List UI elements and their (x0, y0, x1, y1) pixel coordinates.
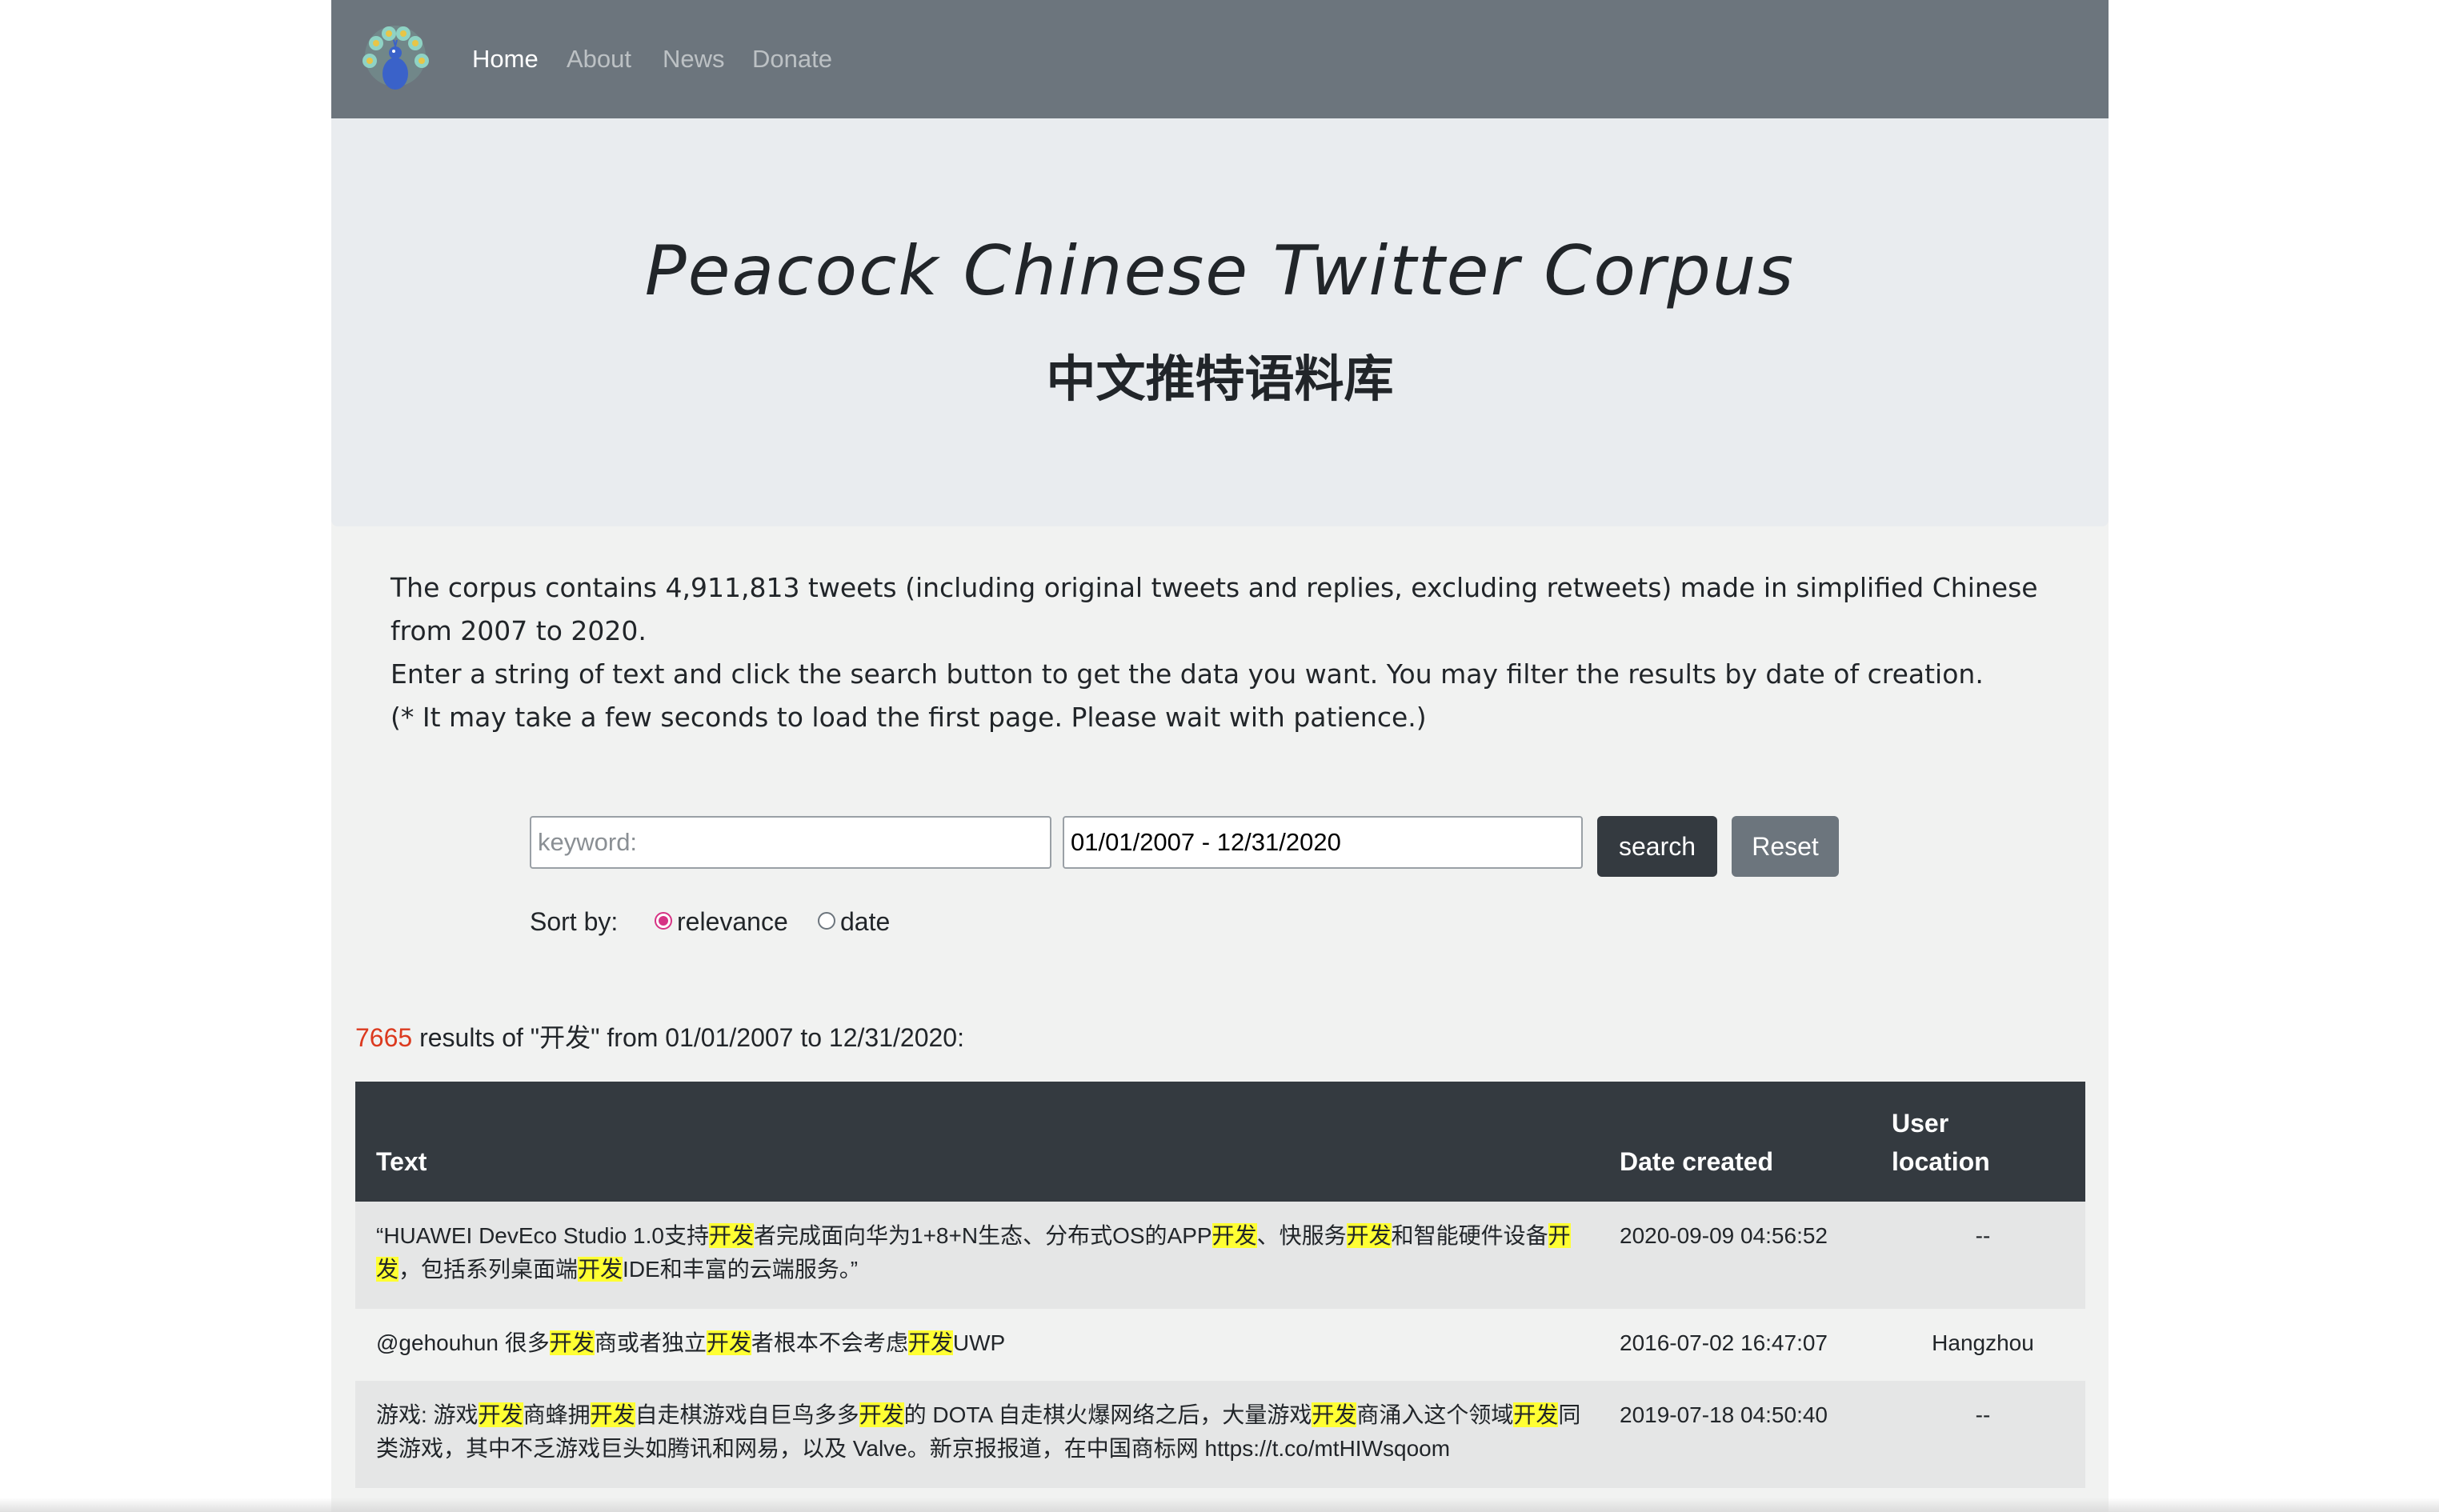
navbar: Home About News Donate (331, 0, 2109, 118)
sort-label: Sort by: (530, 907, 619, 936)
header-jumbotron: Peacock Chinese Twitter Corpus 中文推特语料库 (331, 118, 2109, 526)
date-created-cell: 2016-07-02 16:47:07 (1620, 1330, 1828, 1355)
keyword-highlight: 开发 (1513, 1402, 1559, 1427)
bottom-shadow (0, 1498, 2439, 1512)
intro-instructions: Enter a string of text and click the sea… (390, 658, 1984, 690)
results-summary: 7665 results of "开发" from 01/01/2007 to … (355, 1021, 964, 1054)
reset-button[interactable]: Reset (1732, 816, 1839, 877)
date-range-input[interactable] (1063, 816, 1583, 869)
column-header-date: Date created (1620, 1147, 1774, 1176)
results-table: Text Date created User location “HUAWEI … (355, 1082, 2085, 1488)
keyword-highlight: 开发 (578, 1257, 623, 1282)
user-location-cell: -- (1975, 1402, 1991, 1427)
column-header-location: User location (1892, 1109, 1990, 1176)
table-row: 游戏: 游戏开发商蜂拥开发自走棋游戏自巨鸟多多开发的 DOTA 自走棋火爆网络之… (355, 1381, 2085, 1488)
intro-loading-note: (* It may take a few seconds to load the… (390, 702, 1427, 733)
keyword-highlight: 开发 (859, 1402, 904, 1427)
intro-corpus-description: The corpus contains 4,911,813 tweets (in… (390, 572, 2038, 646)
tweet-text-cell: 游戏: 游戏开发商蜂拥开发自走棋游戏自巨鸟多多开发的 DOTA 自走棋火爆网络之… (376, 1402, 1581, 1461)
page-container: Home About News Donate Peacock Chinese T… (331, 0, 2109, 1512)
intro-text: The corpus contains 4,911,813 tweets (in… (390, 566, 2055, 739)
results-count: 7665 (355, 1023, 413, 1052)
sort-date-radio[interactable] (818, 912, 835, 930)
keyword-highlight: 开发 (708, 1223, 754, 1248)
sort-relevance-radio[interactable] (655, 912, 672, 930)
keyword-input[interactable] (530, 816, 1051, 869)
date-created-cell: 2020-09-09 04:56:52 (1620, 1223, 1828, 1248)
keyword-highlight: 开发 (376, 1223, 1571, 1282)
keyword-highlight: 开发 (590, 1402, 635, 1427)
table-row: @gehouhun 很多开发商或者独立开发者根本不会考虑开发UWP 2016-0… (355, 1309, 2085, 1381)
keyword-highlight: 开发 (907, 1330, 953, 1355)
keyword-highlight: 开发 (1346, 1223, 1392, 1248)
nav-about-link[interactable]: About (567, 43, 631, 75)
keyword-highlight: 开发 (706, 1330, 751, 1355)
nav-news-link[interactable]: News (663, 43, 725, 75)
user-location-cell: -- (1975, 1223, 1991, 1248)
date-created-cell: 2019-07-18 04:50:40 (1620, 1402, 1828, 1427)
keyword-highlight: 开发 (478, 1402, 523, 1427)
keyword-highlight: 开发 (1211, 1223, 1257, 1248)
table-row: “HUAWEI DevEco Studio 1.0支持开发者完成面向华为1+8+… (355, 1202, 2085, 1309)
nav-home-link[interactable]: Home (472, 43, 539, 75)
user-location-cell: Hangzhou (1932, 1330, 2034, 1355)
column-header-text: Text (376, 1147, 427, 1176)
page-title: Peacock Chinese Twitter Corpus (644, 231, 1796, 311)
page-subtitle-chinese: 中文推特语料库 (1046, 350, 1394, 408)
table-header: Text Date created User location (355, 1082, 2085, 1202)
sort-relevance-label[interactable]: relevance (677, 904, 788, 939)
keyword-highlight: 开发 (1312, 1402, 1357, 1427)
nav-donate-link[interactable]: Donate (752, 43, 832, 75)
sort-date-label[interactable]: date (840, 904, 890, 939)
tweet-text-cell: “HUAWEI DevEco Studio 1.0支持开发者完成面向华为1+8+… (376, 1223, 1571, 1282)
keyword-highlight: 开发 (549, 1330, 595, 1355)
peacock-logo-icon[interactable] (358, 24, 432, 93)
results-summary-text: results of "开发" from 01/01/2007 to 12/31… (412, 1023, 964, 1052)
tweet-text-cell: @gehouhun 很多开发商或者独立开发者根本不会考虑开发UWP (376, 1330, 1006, 1355)
search-button[interactable]: search (1597, 816, 1717, 877)
